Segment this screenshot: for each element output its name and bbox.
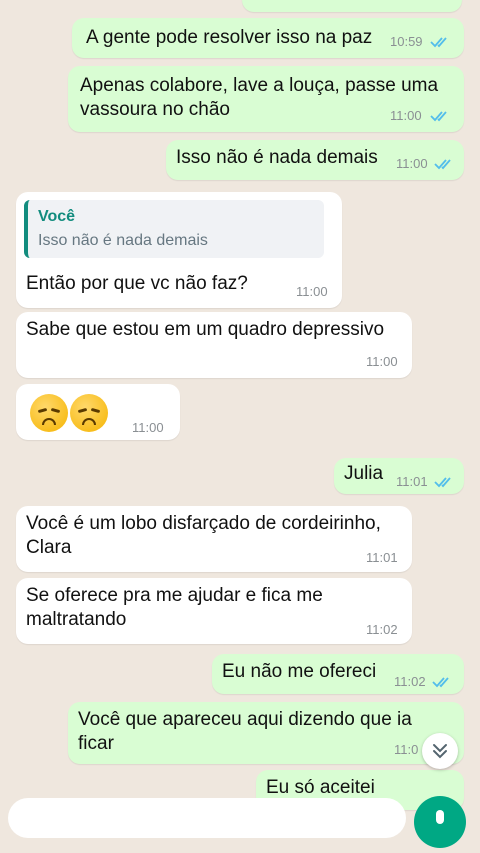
- quoted-author: Você: [38, 208, 76, 225]
- message-time: 11:00: [396, 156, 428, 171]
- read-receipt-icon: [434, 159, 451, 170]
- message-text: Eu não me ofereci: [222, 661, 377, 682]
- scroll-to-bottom-button[interactable]: [422, 733, 458, 769]
- read-receipt-icon: [432, 677, 449, 688]
- read-receipt-icon: [430, 37, 447, 48]
- message-time: 11:01: [396, 474, 428, 489]
- message-text: Se oferece pra me ajudar e fica me: [26, 585, 323, 606]
- disappointed-face-icon: [70, 394, 108, 432]
- message-time: 11:00: [390, 108, 422, 123]
- message-time: 11:00: [366, 354, 398, 369]
- message-text: Apenas colabore, lave a louça, passe uma: [80, 75, 439, 96]
- message-text: Você é um lobo disfarçado de cordeirinho…: [26, 513, 381, 534]
- read-receipt-icon: [434, 477, 451, 488]
- message-bubble-reply[interactable]: Você Isso não é nada demais Então por qu…: [16, 192, 342, 308]
- mic-button[interactable]: [414, 796, 466, 848]
- message-text: Eu só aceitei: [266, 777, 375, 798]
- message-time: 11:01: [366, 550, 398, 565]
- message-bubble[interactable]: Apenas colabore, lave a louça, passe uma…: [68, 66, 464, 132]
- double-chevron-down-icon: [433, 744, 447, 759]
- message-time: 11:00: [296, 284, 328, 299]
- disappointed-face-icon: [30, 394, 68, 432]
- message-bubble[interactable]: A gente pode resolver isso na paz 10:59: [72, 18, 464, 58]
- message-text: Sabe que estou em um quadro depressivo: [26, 319, 385, 340]
- message-text: Isso não é nada demais: [176, 147, 378, 168]
- read-receipt-icon: [430, 111, 447, 122]
- quoted-text: Isso não é nada demais: [38, 232, 208, 249]
- message-time: 11:02: [394, 674, 426, 689]
- message-bubble-emoji[interactable]: 11:00: [16, 384, 180, 440]
- message-input-bar[interactable]: [8, 798, 406, 838]
- message-time: 11:02: [366, 622, 398, 637]
- message-bubble[interactable]: Isso não é nada demais 11:00: [166, 140, 464, 180]
- chat-area: A gente pode resolver isso na paz 10:59 …: [0, 0, 480, 848]
- message-bubble[interactable]: Eu não me ofereci 11:02: [212, 654, 464, 694]
- message-time: 11:00: [132, 420, 164, 435]
- message-text: Julia: [344, 463, 384, 484]
- message-bubble[interactable]: Se oferece pra me ajudar e fica me maltr…: [16, 578, 412, 644]
- mic-icon: [436, 810, 444, 824]
- message-text: maltratando: [26, 609, 127, 630]
- quoted-message[interactable]: Você Isso não é nada demais: [24, 200, 324, 258]
- message-text: Você que apareceu aqui dizendo que ia: [78, 709, 412, 730]
- message-time: 11:0: [394, 742, 419, 757]
- message-text: Clara: [26, 537, 72, 558]
- message-bubble-partial-top: [242, 0, 462, 12]
- message-text: ficar: [78, 733, 114, 754]
- message-bubble[interactable]: Você é um lobo disfarçado de cordeirinho…: [16, 506, 412, 572]
- message-bubble[interactable]: Julia 11:01: [334, 458, 464, 494]
- message-bubble[interactable]: Você que apareceu aqui dizendo que ia fi…: [68, 702, 464, 764]
- message-text: vassoura no chão: [80, 99, 230, 120]
- message-time: 10:59: [390, 34, 423, 49]
- message-bubble[interactable]: Sabe que estou em um quadro depressivo 1…: [16, 312, 412, 378]
- message-text: A gente pode resolver isso na paz: [86, 27, 373, 48]
- message-text: Então por que vc não faz?: [26, 273, 248, 294]
